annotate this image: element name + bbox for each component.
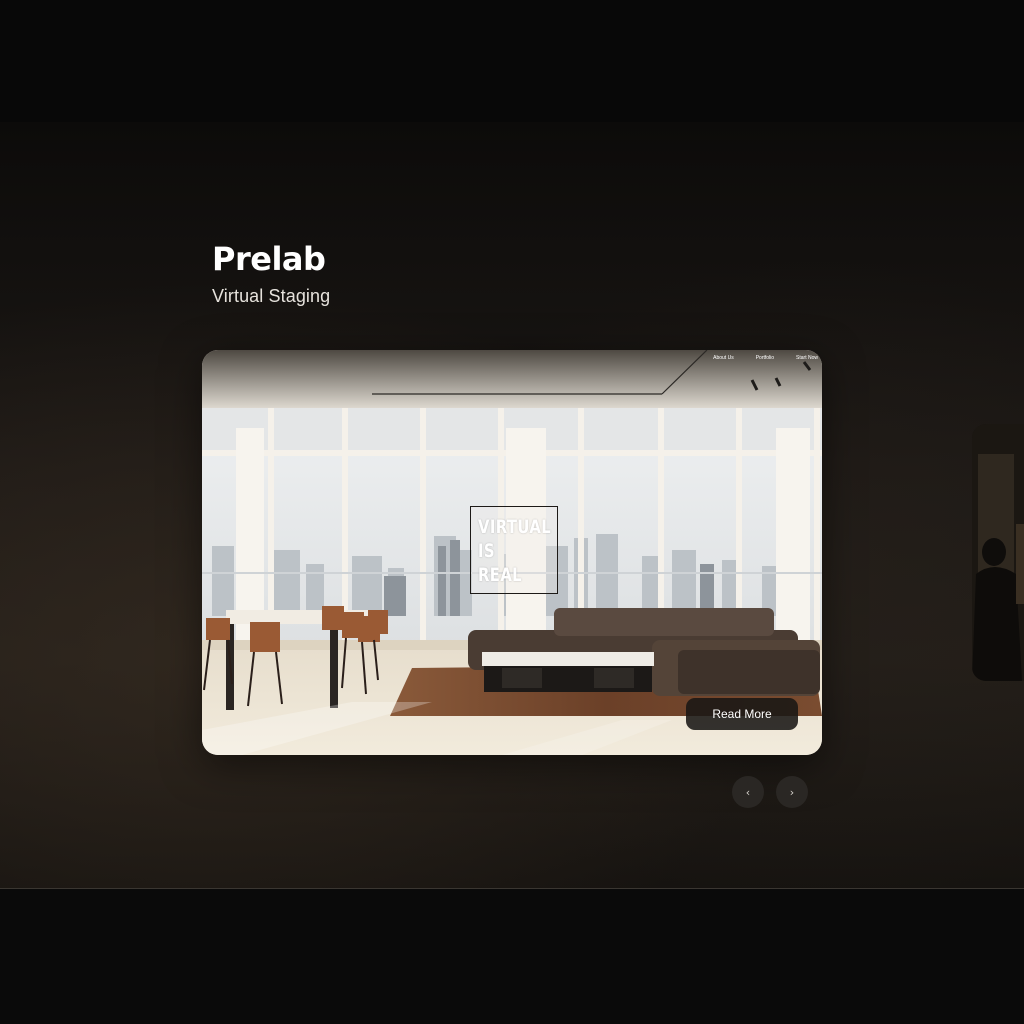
brand-subtitle: Virtual Staging	[212, 286, 331, 306]
carousel-next-button[interactable]: ›	[776, 776, 808, 808]
bottom-band	[0, 889, 1024, 1024]
nav-about-link[interactable]: About Us	[713, 355, 734, 361]
featured-slide[interactable]: About Us Portfolio Start Now VIRTUAL IS …	[202, 350, 822, 755]
next-slide-preview[interactable]	[972, 424, 1024, 681]
badge-line: REAL	[478, 564, 523, 586]
slide-nav: About Us Portfolio Start Now	[713, 355, 818, 361]
carousel-prev-button[interactable]: ‹	[732, 776, 764, 808]
nav-portfolio-link[interactable]: Portfolio	[756, 355, 774, 361]
read-more-button[interactable]: Read More	[686, 698, 798, 730]
badge-line: IS	[478, 540, 495, 562]
page: Prelab Virtual Staging About Us Portfoli…	[0, 0, 1024, 1024]
chevron-left-icon: ‹	[745, 785, 751, 799]
badge-line: VIRTUAL	[478, 516, 552, 538]
badge-text: VIRTUAL IS REAL	[478, 515, 551, 587]
chevron-right-icon: ›	[789, 785, 795, 799]
next-slide-image	[972, 424, 1024, 681]
nav-start-link[interactable]: Start Now	[796, 355, 818, 361]
brand-title: Prelab	[212, 240, 326, 278]
top-band	[0, 0, 1024, 122]
